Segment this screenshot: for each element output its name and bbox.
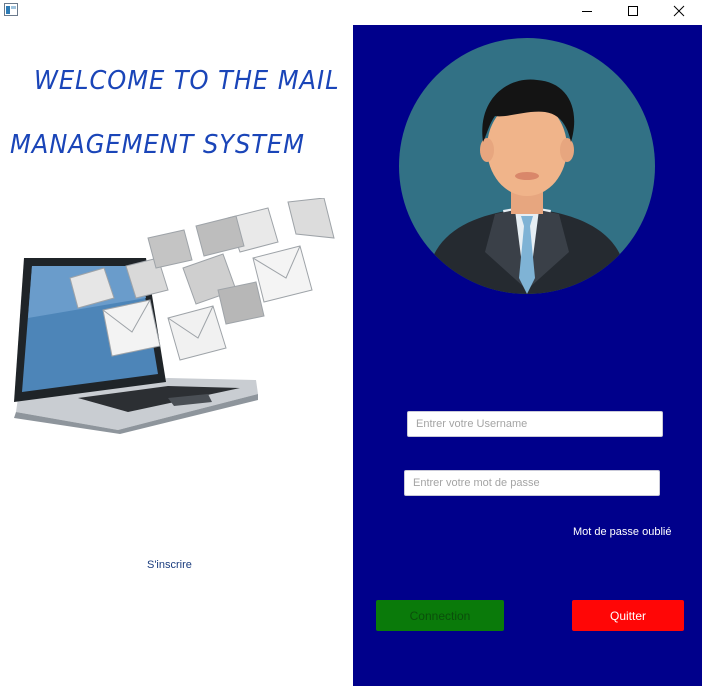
app-window: WELCOME TO THE MAIL MANAGEMENT SYSTEM S'… <box>0 0 702 686</box>
minimize-icon <box>582 11 592 12</box>
minimize-button[interactable] <box>564 0 610 22</box>
maximize-button[interactable] <box>610 0 656 22</box>
quit-button[interactable]: Quitter <box>572 600 684 631</box>
right-panel: Mot de passe oublié Connection Quitter <box>353 25 702 686</box>
connect-button[interactable]: Connection <box>376 600 504 631</box>
welcome-title-line1: WELCOME TO THE MAIL <box>34 66 340 96</box>
username-input[interactable] <box>407 411 663 437</box>
title-bar <box>0 0 702 22</box>
left-panel: WELCOME TO THE MAIL MANAGEMENT SYSTEM S'… <box>0 22 352 686</box>
password-input[interactable] <box>404 470 660 496</box>
close-icon <box>673 5 685 17</box>
app-icon <box>4 3 18 16</box>
user-avatar-icon <box>399 38 655 294</box>
maximize-icon <box>628 6 638 16</box>
signup-link[interactable]: S'inscrire <box>147 559 192 571</box>
laptop-envelopes-image <box>14 198 335 434</box>
close-button[interactable] <box>656 0 702 22</box>
welcome-title-line2: MANAGEMENT SYSTEM <box>10 130 305 160</box>
forgot-password-link[interactable]: Mot de passe oublié <box>573 526 671 538</box>
